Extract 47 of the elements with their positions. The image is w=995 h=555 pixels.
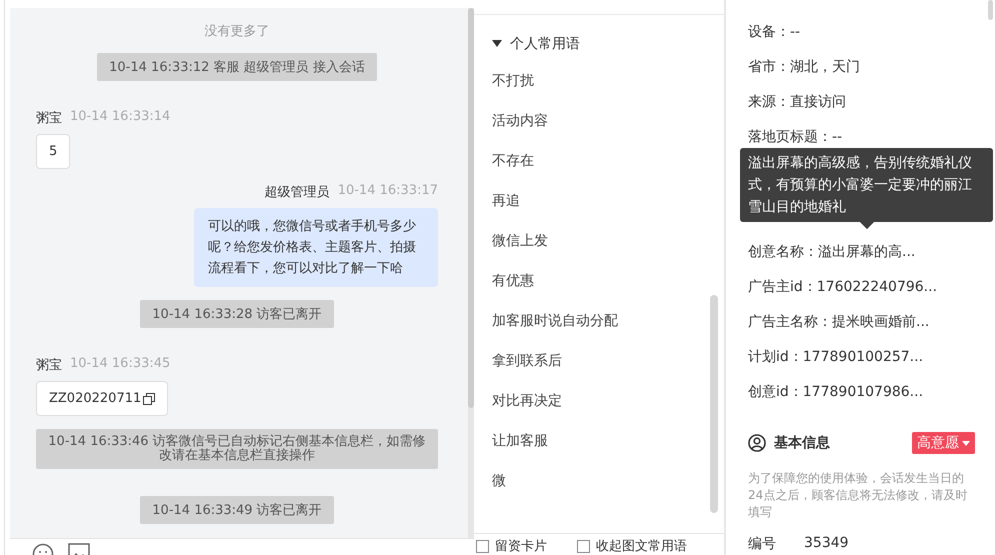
phrase-item[interactable]: 不存在 xyxy=(492,151,724,191)
phrase-item[interactable]: 对比再决定 xyxy=(492,391,724,431)
info-field: 计划id：177890100257... xyxy=(748,347,975,382)
info-field: 广告主名称：提米映画婚前... xyxy=(748,312,975,347)
message-time: 10-14 16:33:17 xyxy=(338,183,438,200)
info-field: 设备：-- xyxy=(748,22,975,57)
phrase-item[interactable]: 活动内容 xyxy=(492,111,724,151)
checkbox[interactable] xyxy=(476,540,489,552)
phrase-item[interactable]: 拿到联系后 xyxy=(492,351,724,391)
phrase-item[interactable]: 有优惠 xyxy=(492,271,724,311)
field-value: 35349 xyxy=(804,535,849,553)
info-field: 广告主id：176022240796... xyxy=(748,277,975,312)
notice-text: 为了保障您的使用体验，会话发生当日的24点之后，顾客信息将无法修改，请及时填写 xyxy=(748,470,968,521)
message-time: 10-14 16:33:45 xyxy=(70,356,170,373)
copy-icon[interactable] xyxy=(143,392,156,404)
caret-down-icon xyxy=(492,40,502,48)
info-field: 来源：直接访问 xyxy=(748,92,975,127)
phrase-item[interactable]: 再追 xyxy=(492,191,724,231)
message-text: ZZ020220711 xyxy=(49,391,142,406)
group-label: 个人常用语 xyxy=(510,35,580,53)
field-label: 编号 xyxy=(748,535,776,553)
system-message: 10-14 16:33:12 客服 超级管理员 接入会话 xyxy=(97,53,377,81)
message-text: 可以的哦，您微信号或者手机号多少呢？给您发价格表、主题客片、拍摄流程看下，您可以对比了解一下哈 xyxy=(208,218,417,278)
user-icon xyxy=(748,434,766,452)
phrase-item[interactable]: 不打扰 xyxy=(492,71,724,111)
phrase-item[interactable]: 微 xyxy=(492,471,724,511)
checkbox-label: 收起图文常用语 xyxy=(596,538,687,555)
phrase-item[interactable]: 让加客服 xyxy=(492,431,724,471)
system-message: 10-14 16:33:46 访客微信号已自动标记右侧基本信息栏，如需修改请在基本信息栏直接操作 xyxy=(36,429,438,469)
info-field: 创意id：177890107986... xyxy=(748,382,975,417)
intent-dropdown[interactable]: 高意愿 xyxy=(912,432,975,454)
checkbox-label: 留资卡片 xyxy=(495,538,547,555)
section-title: 基本信息 xyxy=(774,434,831,452)
phrase-item[interactable]: 加客服时说自动分配 xyxy=(492,311,724,351)
system-message: 10-14 16:33:49 访客已离开 xyxy=(140,496,334,524)
no-more-notice: 没有更多了 xyxy=(204,23,270,40)
sender-name: 粥宝 xyxy=(36,110,62,127)
info-field: 省市：湖北，天门 xyxy=(748,57,975,92)
info-field: 创意名称：溢出屏幕的高... xyxy=(748,242,975,277)
message-text: 5 xyxy=(49,144,58,159)
sender-name: 粥宝 xyxy=(36,357,62,374)
message-time: 10-14 16:33:14 xyxy=(70,109,170,126)
system-message: 10-14 16:33:28 访客已离开 xyxy=(140,300,334,328)
caret-down-icon xyxy=(962,440,970,446)
sender-name: 超级管理员 xyxy=(264,184,330,201)
phrase-item[interactable]: 微信上发 xyxy=(492,231,724,271)
checkbox[interactable] xyxy=(577,540,590,552)
